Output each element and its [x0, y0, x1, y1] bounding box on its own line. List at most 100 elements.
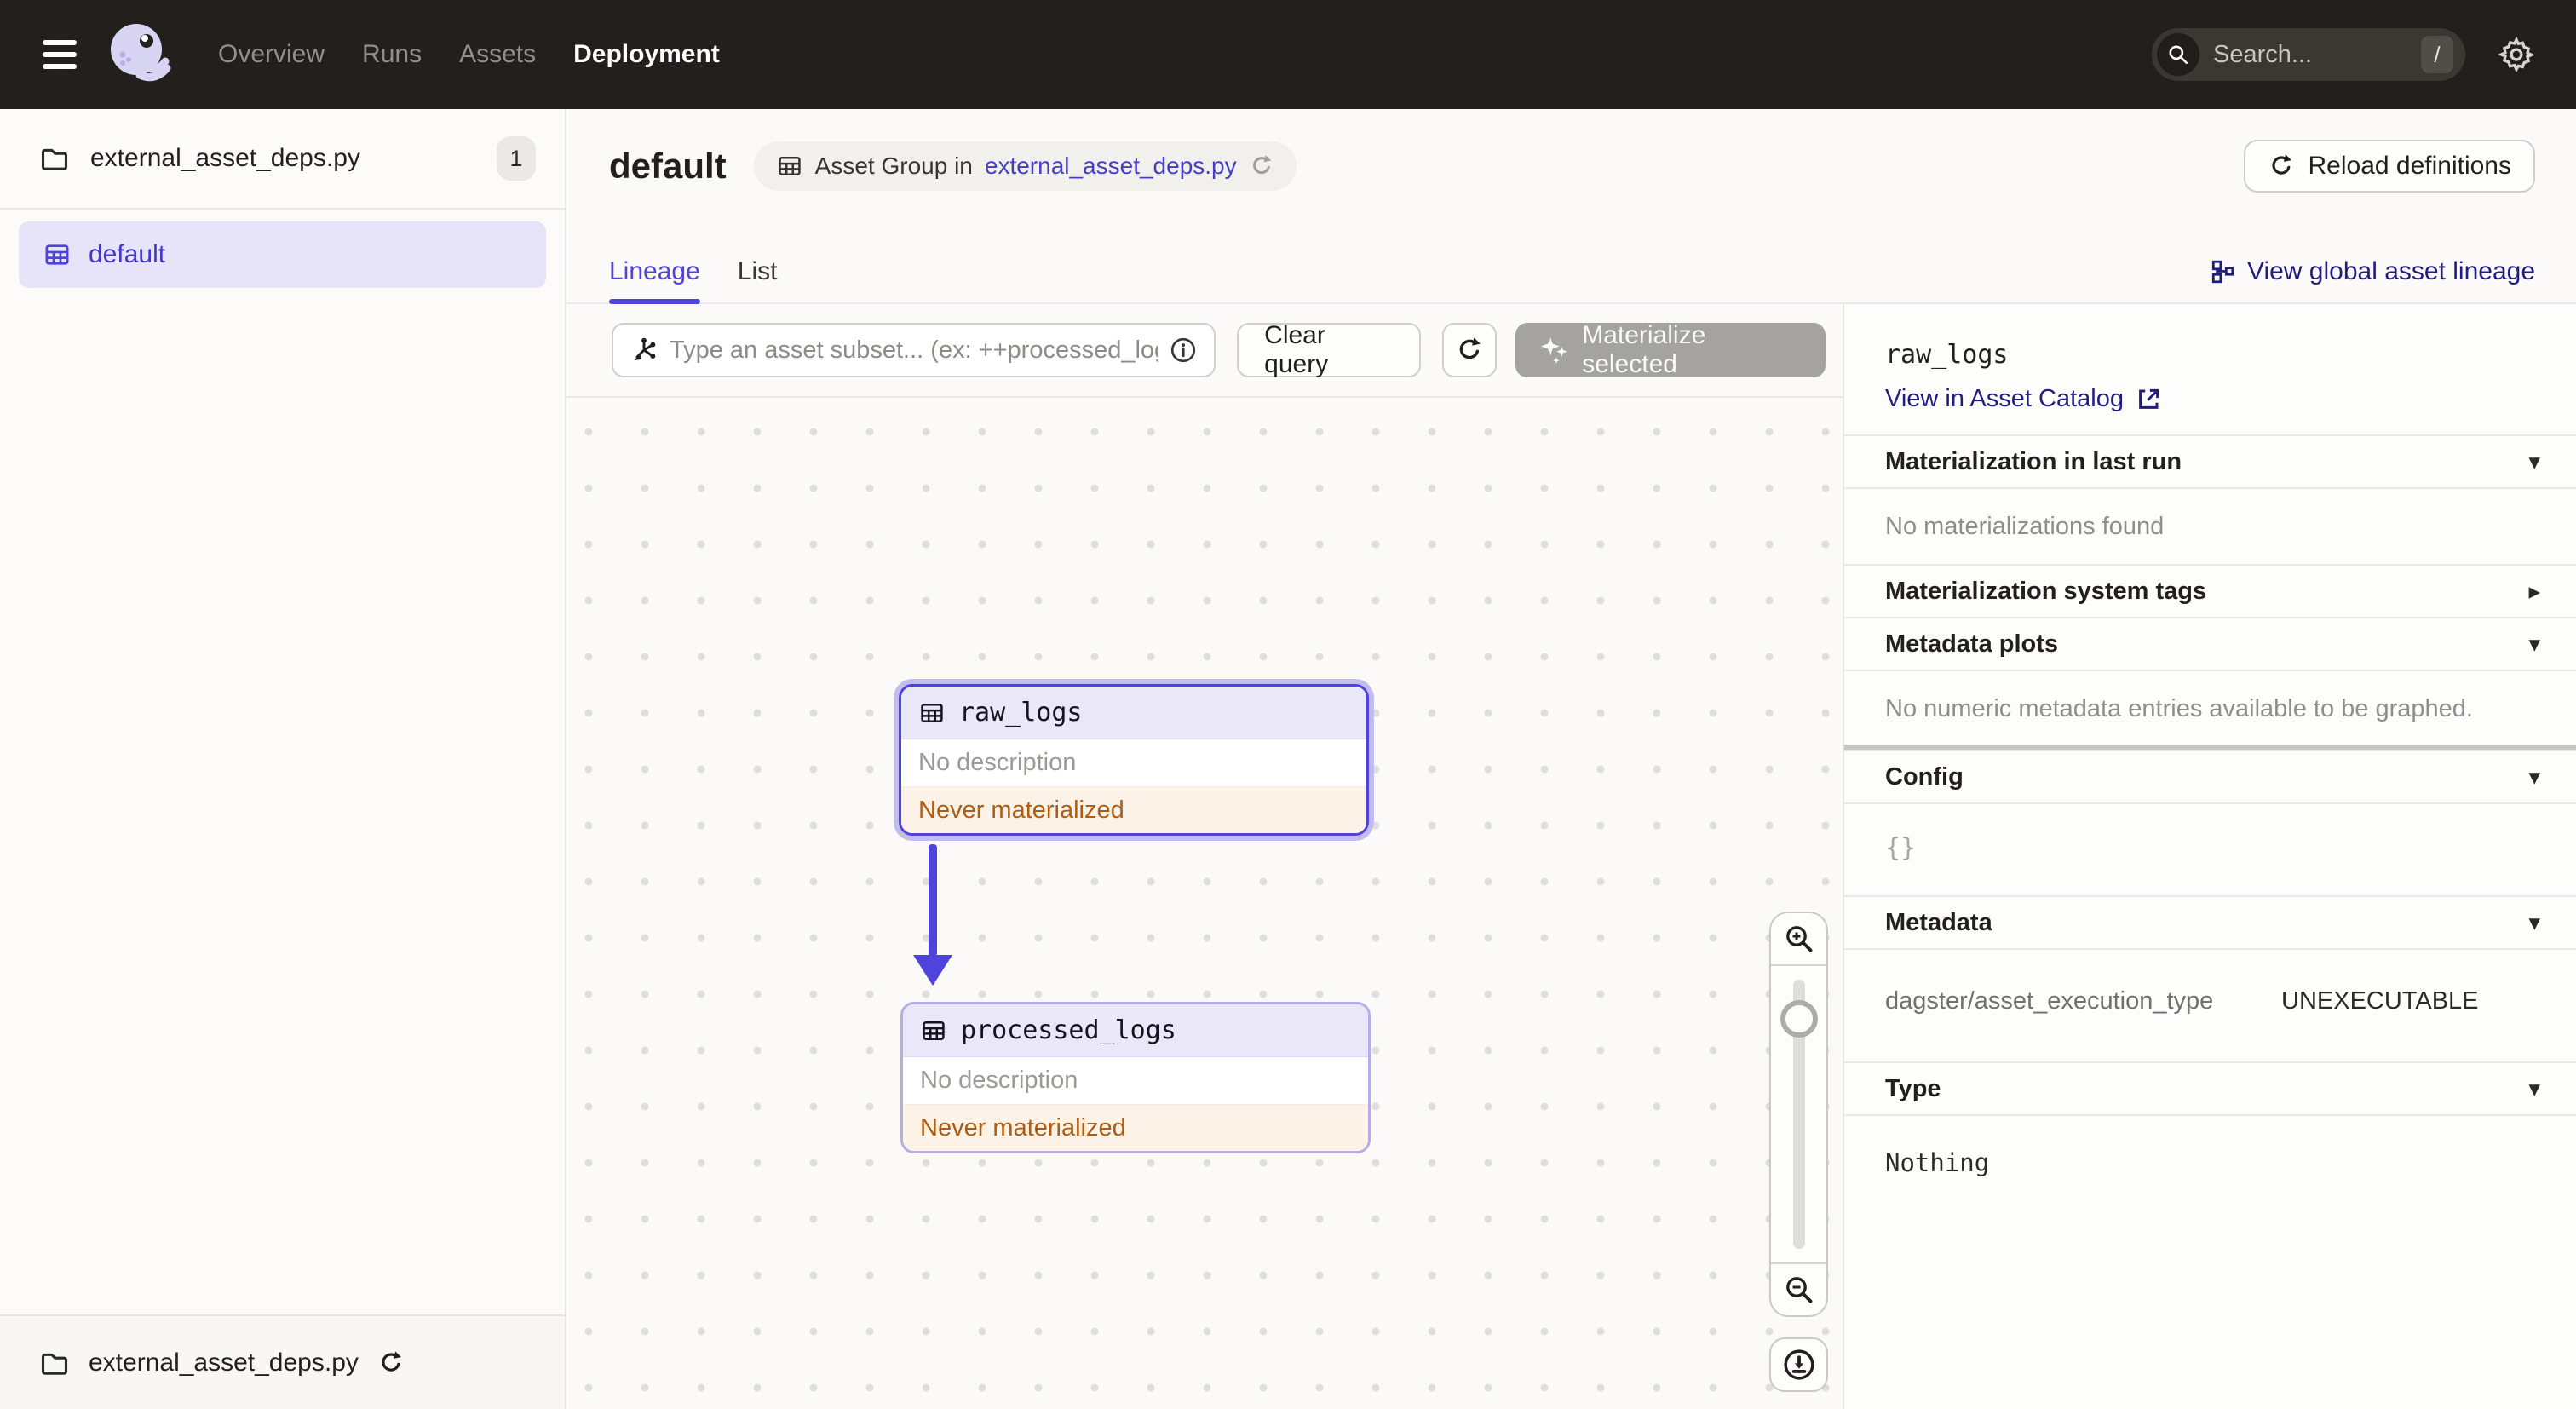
zoom-controls — [1769, 912, 1828, 1317]
asset-status-badge: Never materialized — [901, 787, 1366, 833]
asset-node-processed-logs[interactable]: processed_logs No description Never mate… — [900, 1002, 1371, 1153]
folder-icon — [39, 1348, 70, 1378]
asset-description: No description — [903, 1057, 1368, 1105]
gear-icon[interactable] — [2498, 36, 2535, 73]
folder-icon — [39, 143, 70, 174]
nav-links: Overview Runs Assets Deployment — [218, 40, 720, 69]
breadcrumb-text: Asset Group in — [814, 152, 973, 179]
caret-down-icon: ▾ — [2528, 909, 2540, 936]
table-icon — [918, 699, 946, 727]
sidebar-footer-label: external_asset_deps.py — [89, 1348, 359, 1377]
asset-detail-title: raw_logs — [1885, 340, 2009, 370]
section-metadata[interactable]: Metadata ▾ — [1844, 895, 2576, 948]
caret-down-icon: ▾ — [2528, 448, 2540, 475]
menu-icon[interactable] — [43, 40, 77, 69]
table-icon — [920, 1017, 947, 1044]
nav-item-deployment[interactable]: Deployment — [573, 40, 720, 69]
view-global-asset-lineage-link[interactable]: View global asset lineage — [2210, 257, 2535, 286]
section-label: Metadata plots — [1885, 630, 2059, 658]
nav-item-assets[interactable]: Assets — [459, 40, 536, 69]
reload-definitions-label: Reload definitions — [2308, 152, 2512, 180]
type-value: Nothing — [1844, 1114, 2576, 1210]
search-placeholder: Search... — [2213, 40, 2313, 68]
refresh-graph-button[interactable] — [1441, 323, 1498, 377]
asset-group-icon — [776, 152, 803, 180]
tabs-bar: Lineage List View global asset lineage — [609, 241, 2535, 304]
asset-subset-query-box[interactable] — [612, 323, 1216, 377]
asset-subset-input[interactable] — [670, 336, 1159, 365]
search-shortcut-badge: / — [2421, 36, 2453, 73]
lineage-edge — [929, 844, 937, 957]
external-link-icon — [2136, 387, 2161, 412]
search-icon — [2157, 33, 2199, 76]
sidebar-item-code-location[interactable]: external_asset_deps.py 1 — [0, 109, 565, 210]
page-header: default Asset Group in external_asset_de… — [566, 109, 2576, 304]
op-selector-icon — [630, 336, 658, 364]
caret-down-icon: ▾ — [2528, 1075, 2540, 1102]
lineage-edge-arrowhead — [913, 955, 952, 986]
zoom-in-button[interactable] — [1771, 913, 1826, 966]
caret-down-icon: ▾ — [2528, 630, 2540, 658]
sidebar-code-location-label: external_asset_deps.py — [90, 144, 360, 172]
section-label: Materialization system tags — [1885, 577, 2207, 605]
zoom-out-button[interactable] — [1771, 1262, 1826, 1315]
code-location-sidebar: external_asset_deps.py 1 default externa… — [0, 109, 566, 1409]
sidebar-item-default-group[interactable]: default — [19, 221, 546, 288]
reload-icon[interactable] — [1249, 153, 1274, 179]
config-value: {} — [1844, 802, 2576, 895]
caret-right-icon: ▸ — [2528, 578, 2540, 605]
sidebar-group-label: default — [89, 240, 166, 268]
reload-location-icon[interactable] — [377, 1349, 405, 1377]
metadata-row: dagster/asset_execution_type UNEXECUTABL… — [1844, 948, 2576, 1061]
search-input[interactable]: Search... / — [2152, 28, 2465, 81]
tab-list[interactable]: List — [738, 241, 778, 302]
graph-toolbar: Clear query Materialize selected — [566, 304, 1843, 398]
metadata-key: dagster/asset_execution_type — [1885, 987, 2214, 1015]
tab-lineage[interactable]: Lineage — [609, 241, 700, 304]
section-config[interactable]: Config ▾ — [1844, 750, 2576, 802]
nav-item-overview[interactable]: Overview — [218, 40, 325, 69]
info-icon[interactable] — [1170, 336, 1197, 364]
view-in-asset-catalog-label: View in Asset Catalog — [1885, 385, 2124, 412]
asset-description: No description — [901, 739, 1366, 787]
asset-group-count-badge: 1 — [497, 136, 536, 181]
top-nav: Overview Runs Assets Deployment Search..… — [0, 0, 2576, 109]
caret-down-icon: ▾ — [2528, 763, 2540, 791]
section-metadata-plots[interactable]: Metadata plots ▾ — [1844, 617, 2576, 670]
metadata-value: UNEXECUTABLE — [2281, 987, 2479, 1015]
page-title: default — [609, 146, 727, 186]
section-materialization-last-run[interactable]: Materialization in last run ▾ — [1844, 434, 2576, 487]
section-label: Config — [1885, 762, 1964, 791]
asset-group-icon — [43, 240, 72, 269]
asset-node-raw-logs[interactable]: raw_logs No description Never materializ… — [899, 684, 1369, 836]
dagster-logo-icon[interactable] — [102, 19, 174, 90]
last-run-empty-message: No materializations found — [1844, 487, 2576, 564]
materialize-selected-label: Materialize selected — [1582, 321, 1706, 378]
asset-status-badge: Never materialized — [903, 1105, 1368, 1151]
metadata-plots-empty-message: No numeric metadata entries available to… — [1844, 670, 2576, 745]
asset-node-header: processed_logs — [903, 1004, 1368, 1057]
recenter-graph-button[interactable] — [1769, 1337, 1828, 1392]
view-in-asset-catalog-link[interactable]: View in Asset Catalog — [1885, 385, 2161, 413]
asset-detail-header: raw_logs View in Asset Catalog — [1844, 304, 2576, 434]
breadcrumb-code-location-link[interactable]: external_asset_deps.py — [985, 152, 1237, 180]
reload-definitions-button[interactable]: Reload definitions — [2243, 140, 2535, 193]
sidebar-footer: external_asset_deps.py — [0, 1314, 565, 1409]
section-type[interactable]: Type ▾ — [1844, 1061, 2576, 1114]
zoom-slider-handle[interactable] — [1780, 1000, 1818, 1038]
main-area: default Asset Group in external_asset_de… — [566, 109, 2576, 1409]
top-nav-right: Search... / — [2152, 28, 2539, 81]
breadcrumb: Asset Group in external_asset_deps.py — [753, 141, 1297, 191]
asset-node-header: raw_logs — [901, 687, 1366, 739]
section-materialization-system-tags[interactable]: Materialization system tags ▸ — [1844, 564, 2576, 617]
materialize-selected-button[interactable]: Materialize selected — [1515, 321, 1826, 378]
lineage-graph-icon — [2210, 259, 2235, 285]
section-label: Materialization in last run — [1885, 447, 2182, 475]
asset-name: raw_logs — [959, 698, 1083, 728]
asset-graph-canvas[interactable]: Clear query Materialize selected — [566, 304, 1844, 1409]
section-label: Type — [1885, 1074, 1941, 1102]
clear-query-button[interactable]: Clear query — [1237, 321, 1421, 378]
refresh-icon — [2268, 152, 2295, 180]
nav-item-runs[interactable]: Runs — [362, 40, 422, 69]
section-label: Metadata — [1885, 908, 1992, 936]
